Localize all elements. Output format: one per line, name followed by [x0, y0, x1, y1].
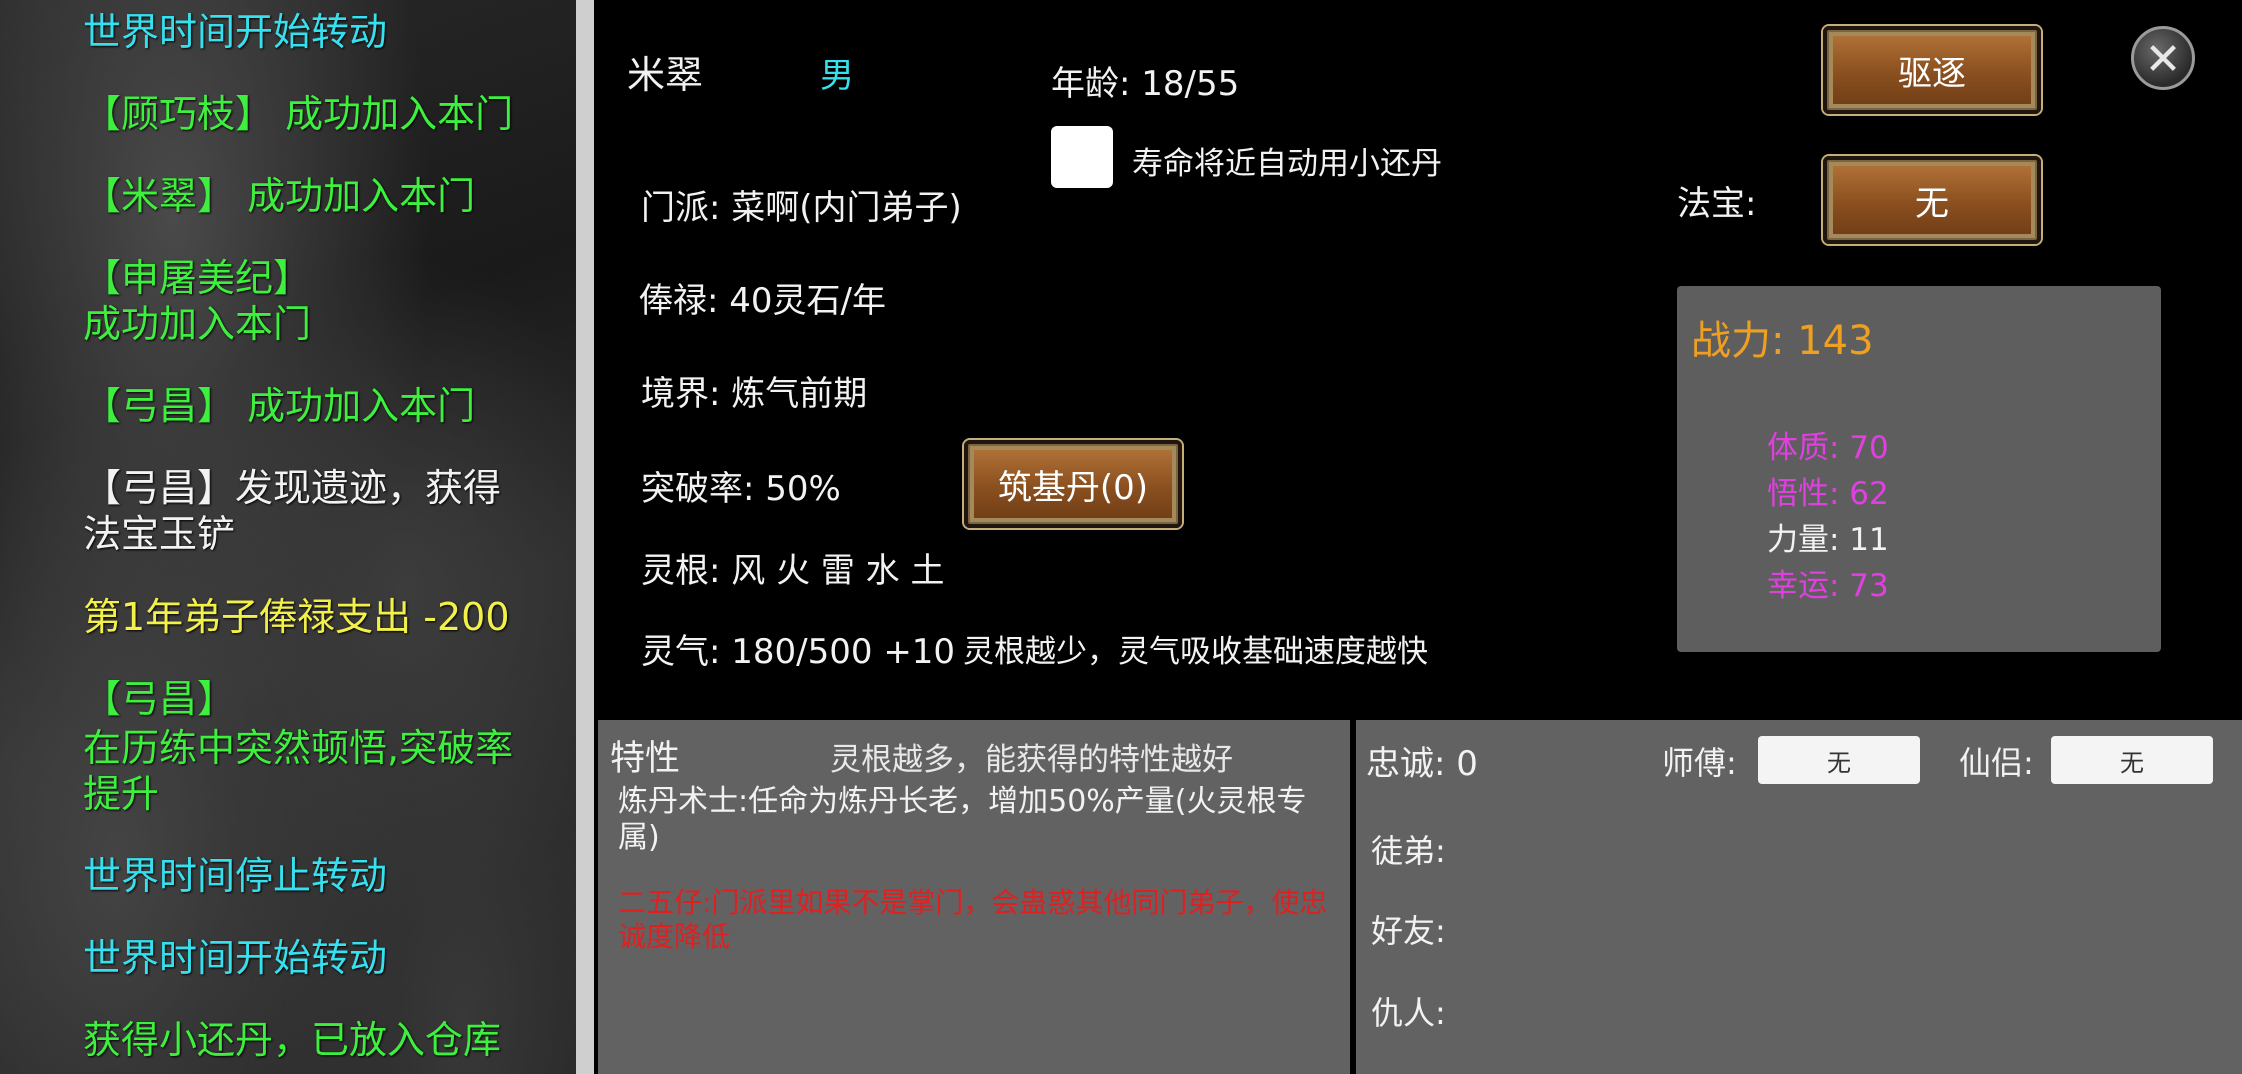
stat-comprehension: 悟性: 62 [1767, 476, 1889, 512]
log-entry: 世界时间停止转动 [83, 854, 388, 898]
breakthrough-rate: 突破率: 50% [641, 469, 841, 509]
disciple-name: 米翠 [627, 53, 704, 97]
stat-strength: 力量: 11 [1767, 522, 1889, 558]
auto-pill-checkbox[interactable] [1051, 126, 1113, 188]
relations-panel: 忠诚: 0 师傅: 无 仙侣: 无 徒弟: 好友: 仇人: [1356, 720, 2242, 1074]
disciple-salary: 俸禄: 40灵石/年 [639, 281, 886, 321]
log-entry: 获得小还丹，已放入仓库 [83, 1018, 502, 1062]
foundation-pill-button[interactable]: 筑基丹(0) [964, 440, 1182, 528]
trait-traitor: 二五仔:门派里如果不是掌门，会蛊惑其他同门弟子，使忠诚度降低 [618, 886, 1328, 953]
friend-label: 好友: [1371, 912, 1446, 950]
log-entry: 【弓昌】 [83, 677, 236, 721]
close-icon[interactable]: ✕ [2131, 26, 2195, 90]
log-scrollbar[interactable] [576, 0, 594, 1074]
stat-luck: 幸运: 73 [1767, 568, 1889, 604]
log-entry: 世界时间开始转动 [83, 936, 388, 980]
master-button[interactable]: 无 [1758, 736, 1920, 784]
partner-label: 仙侣: [1959, 744, 2034, 782]
stat-constitution: 体质: 70 [1767, 430, 1889, 466]
disciple-gender: 男 [820, 56, 854, 96]
log-entry: 提升 [83, 772, 160, 816]
disciple-realm: 境界: 炼气前期 [641, 374, 868, 414]
treasure-label: 法宝: [1677, 184, 1757, 224]
log-entry: 【弓昌】发现遗迹，获得 [83, 466, 502, 510]
expel-button[interactable]: 驱逐 [1823, 26, 2041, 114]
log-entry: 法宝玉铲 [83, 512, 236, 556]
treasure-button[interactable]: 无 [1823, 156, 2041, 244]
combat-power: 战力: 143 [1691, 318, 1874, 364]
event-log[interactable]: 世界时间开始转动 【顾巧枝】 成功加入本门 【米翠】 成功加入本门 【申屠美纪】… [0, 0, 578, 1074]
log-entry: 成功加入本门 [83, 302, 312, 346]
traits-hint: 灵根越多，能获得的特性越好 [830, 742, 1233, 778]
apprentice-label: 徒弟: [1371, 832, 1446, 870]
disciple-age: 年龄: 18/55 [1051, 64, 1240, 104]
log-entry: 【申屠美纪】 [83, 256, 312, 300]
log-entry: 【顾巧枝】 成功加入本门 [83, 92, 514, 136]
spirit-roots: 灵根: 风 火 雷 水 土 [641, 551, 945, 591]
combat-power-panel: 战力: 143 体质: 70 悟性: 62 力量: 11 幸运: 73 [1677, 286, 2161, 652]
auto-pill-label: 寿命将近自动用小还丹 [1132, 146, 1442, 182]
traits-title: 特性 [610, 739, 681, 779]
log-entry: 第1年弟子俸禄支出 -200 [83, 595, 510, 639]
log-entry: 【弓昌】 成功加入本门 [83, 384, 476, 428]
enemy-label: 仇人: [1371, 994, 1446, 1032]
log-entry: 【米翠】 成功加入本门 [83, 174, 476, 218]
loyalty: 忠诚: 0 [1366, 744, 1478, 784]
disciple-sect: 门派: 菜啊(内门弟子) [641, 188, 962, 228]
log-entry: 世界时间开始转动 [83, 10, 388, 54]
spirit-qi-hint: 灵根越少，灵气吸收基础速度越快 [963, 634, 1428, 670]
traits-panel[interactable]: 特性 灵根越多，能获得的特性越好 炼丹术士:任命为炼丹长老，增加50%产量(火灵… [598, 720, 1350, 1074]
trait-alchemist: 炼丹术士:任命为炼丹长老，增加50%产量(火灵根专属) [618, 784, 1307, 855]
master-label: 师傅: [1662, 744, 1737, 782]
spirit-qi: 灵气: 180/500 +10 [641, 632, 956, 672]
partner-button[interactable]: 无 [2051, 736, 2213, 784]
log-entry: 在历练中突然顿悟,突破率 [83, 726, 514, 770]
